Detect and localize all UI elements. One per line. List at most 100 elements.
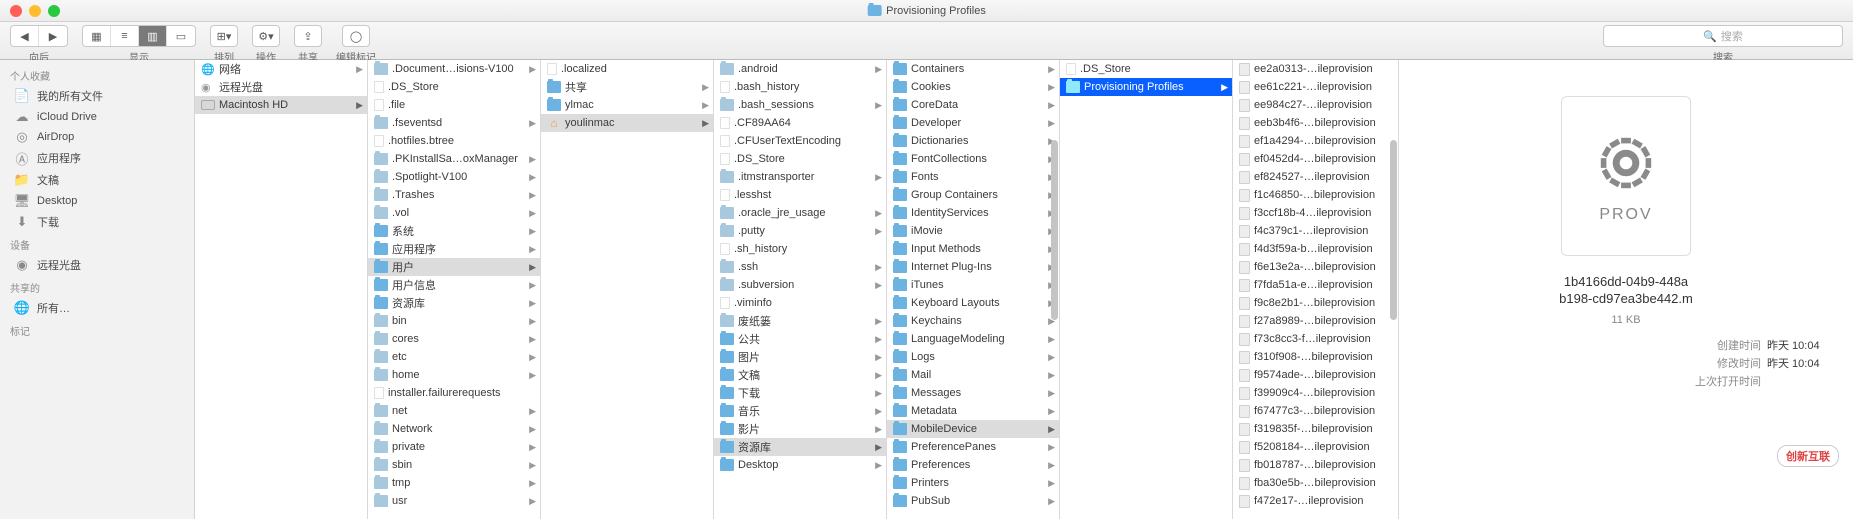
zoom-icon[interactable] [48, 5, 60, 17]
list-item[interactable]: .ssh▶ [714, 258, 886, 276]
list-item[interactable]: f9c8e2b1-…bileprovision [1233, 294, 1398, 312]
list-item[interactable]: .file [368, 96, 540, 114]
list-item[interactable]: f4c379c1-…ileprovision [1233, 222, 1398, 240]
list-item[interactable]: Input Methods▶ [887, 240, 1059, 258]
list-item[interactable]: PubSub▶ [887, 492, 1059, 510]
view-icons-button[interactable]: ▦ [83, 26, 111, 46]
list-item[interactable]: MobileDevice▶ [887, 420, 1059, 438]
list-item[interactable]: .CFUserTextEncoding [714, 132, 886, 150]
list-item[interactable]: f27a8989-…bileprovision [1233, 312, 1398, 330]
list-item[interactable]: Printers▶ [887, 474, 1059, 492]
list-item[interactable]: cores▶ [368, 330, 540, 348]
list-item[interactable]: .bash_history [714, 78, 886, 96]
sidebar-item[interactable]: 🖥Desktop [0, 191, 194, 211]
list-item[interactable]: Metadata▶ [887, 402, 1059, 420]
list-item[interactable]: .oracle_jre_usage▶ [714, 204, 886, 222]
list-item[interactable]: .putty▶ [714, 222, 886, 240]
list-item[interactable]: FontCollections▶ [887, 150, 1059, 168]
list-item[interactable]: .Trashes▶ [368, 186, 540, 204]
list-item[interactable]: PreferencePanes▶ [887, 438, 1059, 456]
list-item[interactable]: f5208184-…ileprovision [1233, 438, 1398, 456]
list-item[interactable]: ee2a0313-…ileprovision [1233, 60, 1398, 78]
list-item[interactable]: Provisioning Profiles▶ [1060, 78, 1232, 96]
list-item[interactable]: f7fda51a-e…ileprovision [1233, 276, 1398, 294]
tags-button[interactable]: ◯ [342, 25, 370, 47]
view-list-button[interactable]: ≡ [111, 26, 139, 46]
list-item[interactable]: .hotfiles.btree [368, 132, 540, 150]
list-item[interactable]: Network▶ [368, 420, 540, 438]
sidebar-item[interactable]: ☁iCloud Drive [0, 107, 194, 127]
sidebar-item[interactable]: Ⓐ应用程序 [0, 147, 194, 169]
list-item[interactable]: .Document…isions-V100▶ [368, 60, 540, 78]
list-item[interactable]: 共享▶ [541, 78, 713, 96]
list-item[interactable]: Fonts▶ [887, 168, 1059, 186]
list-item[interactable]: 资源库▶ [714, 438, 886, 456]
arrange-button[interactable]: ⊞▾ [210, 25, 238, 47]
list-item[interactable]: iMovie▶ [887, 222, 1059, 240]
list-item[interactable]: bin▶ [368, 312, 540, 330]
list-item[interactable]: .PKInstallSa…oxManager▶ [368, 150, 540, 168]
list-item[interactable]: 用户▶ [368, 258, 540, 276]
list-item[interactable]: Keyboard Layouts▶ [887, 294, 1059, 312]
list-item[interactable]: .bash_sessions▶ [714, 96, 886, 114]
sidebar-item[interactable]: 📁文稿 [0, 169, 194, 191]
list-item[interactable]: ef0452d4-…bileprovision [1233, 150, 1398, 168]
list-item[interactable]: .localized [541, 60, 713, 78]
list-item[interactable]: 音乐▶ [714, 402, 886, 420]
list-item[interactable]: .fseventsd▶ [368, 114, 540, 132]
list-item[interactable]: 🌐网络▶ [195, 60, 367, 78]
forward-button[interactable]: ▶ [39, 26, 67, 46]
scrollbar[interactable] [1051, 60, 1058, 519]
list-item[interactable]: f9574ade-…bileprovision [1233, 366, 1398, 384]
list-item[interactable]: f472e17-…ileprovision [1233, 492, 1398, 510]
list-item[interactable]: f39909c4-…bileprovision [1233, 384, 1398, 402]
list-item[interactable]: 公共▶ [714, 330, 886, 348]
scrollbar-thumb[interactable] [1390, 140, 1397, 320]
list-item[interactable]: 影片▶ [714, 420, 886, 438]
list-item[interactable]: .DS_Store [368, 78, 540, 96]
list-item[interactable]: .android▶ [714, 60, 886, 78]
list-item[interactable]: .CF89AA64 [714, 114, 886, 132]
list-item[interactable]: private▶ [368, 438, 540, 456]
list-item[interactable]: ylmac▶ [541, 96, 713, 114]
list-item[interactable]: Cookies▶ [887, 78, 1059, 96]
list-item[interactable]: ◉远程光盘 [195, 78, 367, 96]
list-item[interactable]: fb018787-…bileprovision [1233, 456, 1398, 474]
view-columns-button[interactable]: ▥ [139, 26, 167, 46]
list-item[interactable]: f3ccf18b-4…ileprovision [1233, 204, 1398, 222]
list-item[interactable]: .lesshst [714, 186, 886, 204]
list-item[interactable]: etc▶ [368, 348, 540, 366]
list-item[interactable]: IdentityServices▶ [887, 204, 1059, 222]
list-item[interactable]: Developer▶ [887, 114, 1059, 132]
close-icon[interactable] [10, 5, 22, 17]
action-button[interactable]: ⚙▾ [252, 25, 280, 47]
list-item[interactable]: .DS_Store [1060, 60, 1232, 78]
list-item[interactable]: net▶ [368, 402, 540, 420]
list-item[interactable]: ef824527-…ileprovision [1233, 168, 1398, 186]
list-item[interactable]: 图片▶ [714, 348, 886, 366]
list-item[interactable]: .sh_history [714, 240, 886, 258]
list-item[interactable]: Preferences▶ [887, 456, 1059, 474]
list-item[interactable]: Keychains▶ [887, 312, 1059, 330]
list-item[interactable]: Desktop▶ [714, 456, 886, 474]
search-input[interactable]: 🔍 搜索 [1603, 25, 1843, 47]
list-item[interactable]: Macintosh HD▶ [195, 96, 367, 114]
list-item[interactable]: Logs▶ [887, 348, 1059, 366]
list-item[interactable]: Containers▶ [887, 60, 1059, 78]
sidebar-item[interactable]: ◉远程光盘 [0, 254, 194, 276]
list-item[interactable]: usr▶ [368, 492, 540, 510]
list-item[interactable]: f319835f-…bileprovision [1233, 420, 1398, 438]
list-item[interactable]: Group Containers▶ [887, 186, 1059, 204]
list-item[interactable]: f73c8cc3-f…ileprovision [1233, 330, 1398, 348]
list-item[interactable]: .DS_Store [714, 150, 886, 168]
list-item[interactable]: sbin▶ [368, 456, 540, 474]
list-item[interactable]: f310f908-…bileprovision [1233, 348, 1398, 366]
back-button[interactable]: ◀ [11, 26, 39, 46]
list-item[interactable]: Internet Plug-Ins▶ [887, 258, 1059, 276]
list-item[interactable]: .subversion▶ [714, 276, 886, 294]
view-coverflow-button[interactable]: ▭ [167, 26, 195, 46]
list-item[interactable]: .Spotlight-V100▶ [368, 168, 540, 186]
scrollbar[interactable] [1390, 60, 1397, 519]
share-button[interactable]: ⇪ [294, 25, 322, 47]
list-item[interactable]: 用户信息▶ [368, 276, 540, 294]
